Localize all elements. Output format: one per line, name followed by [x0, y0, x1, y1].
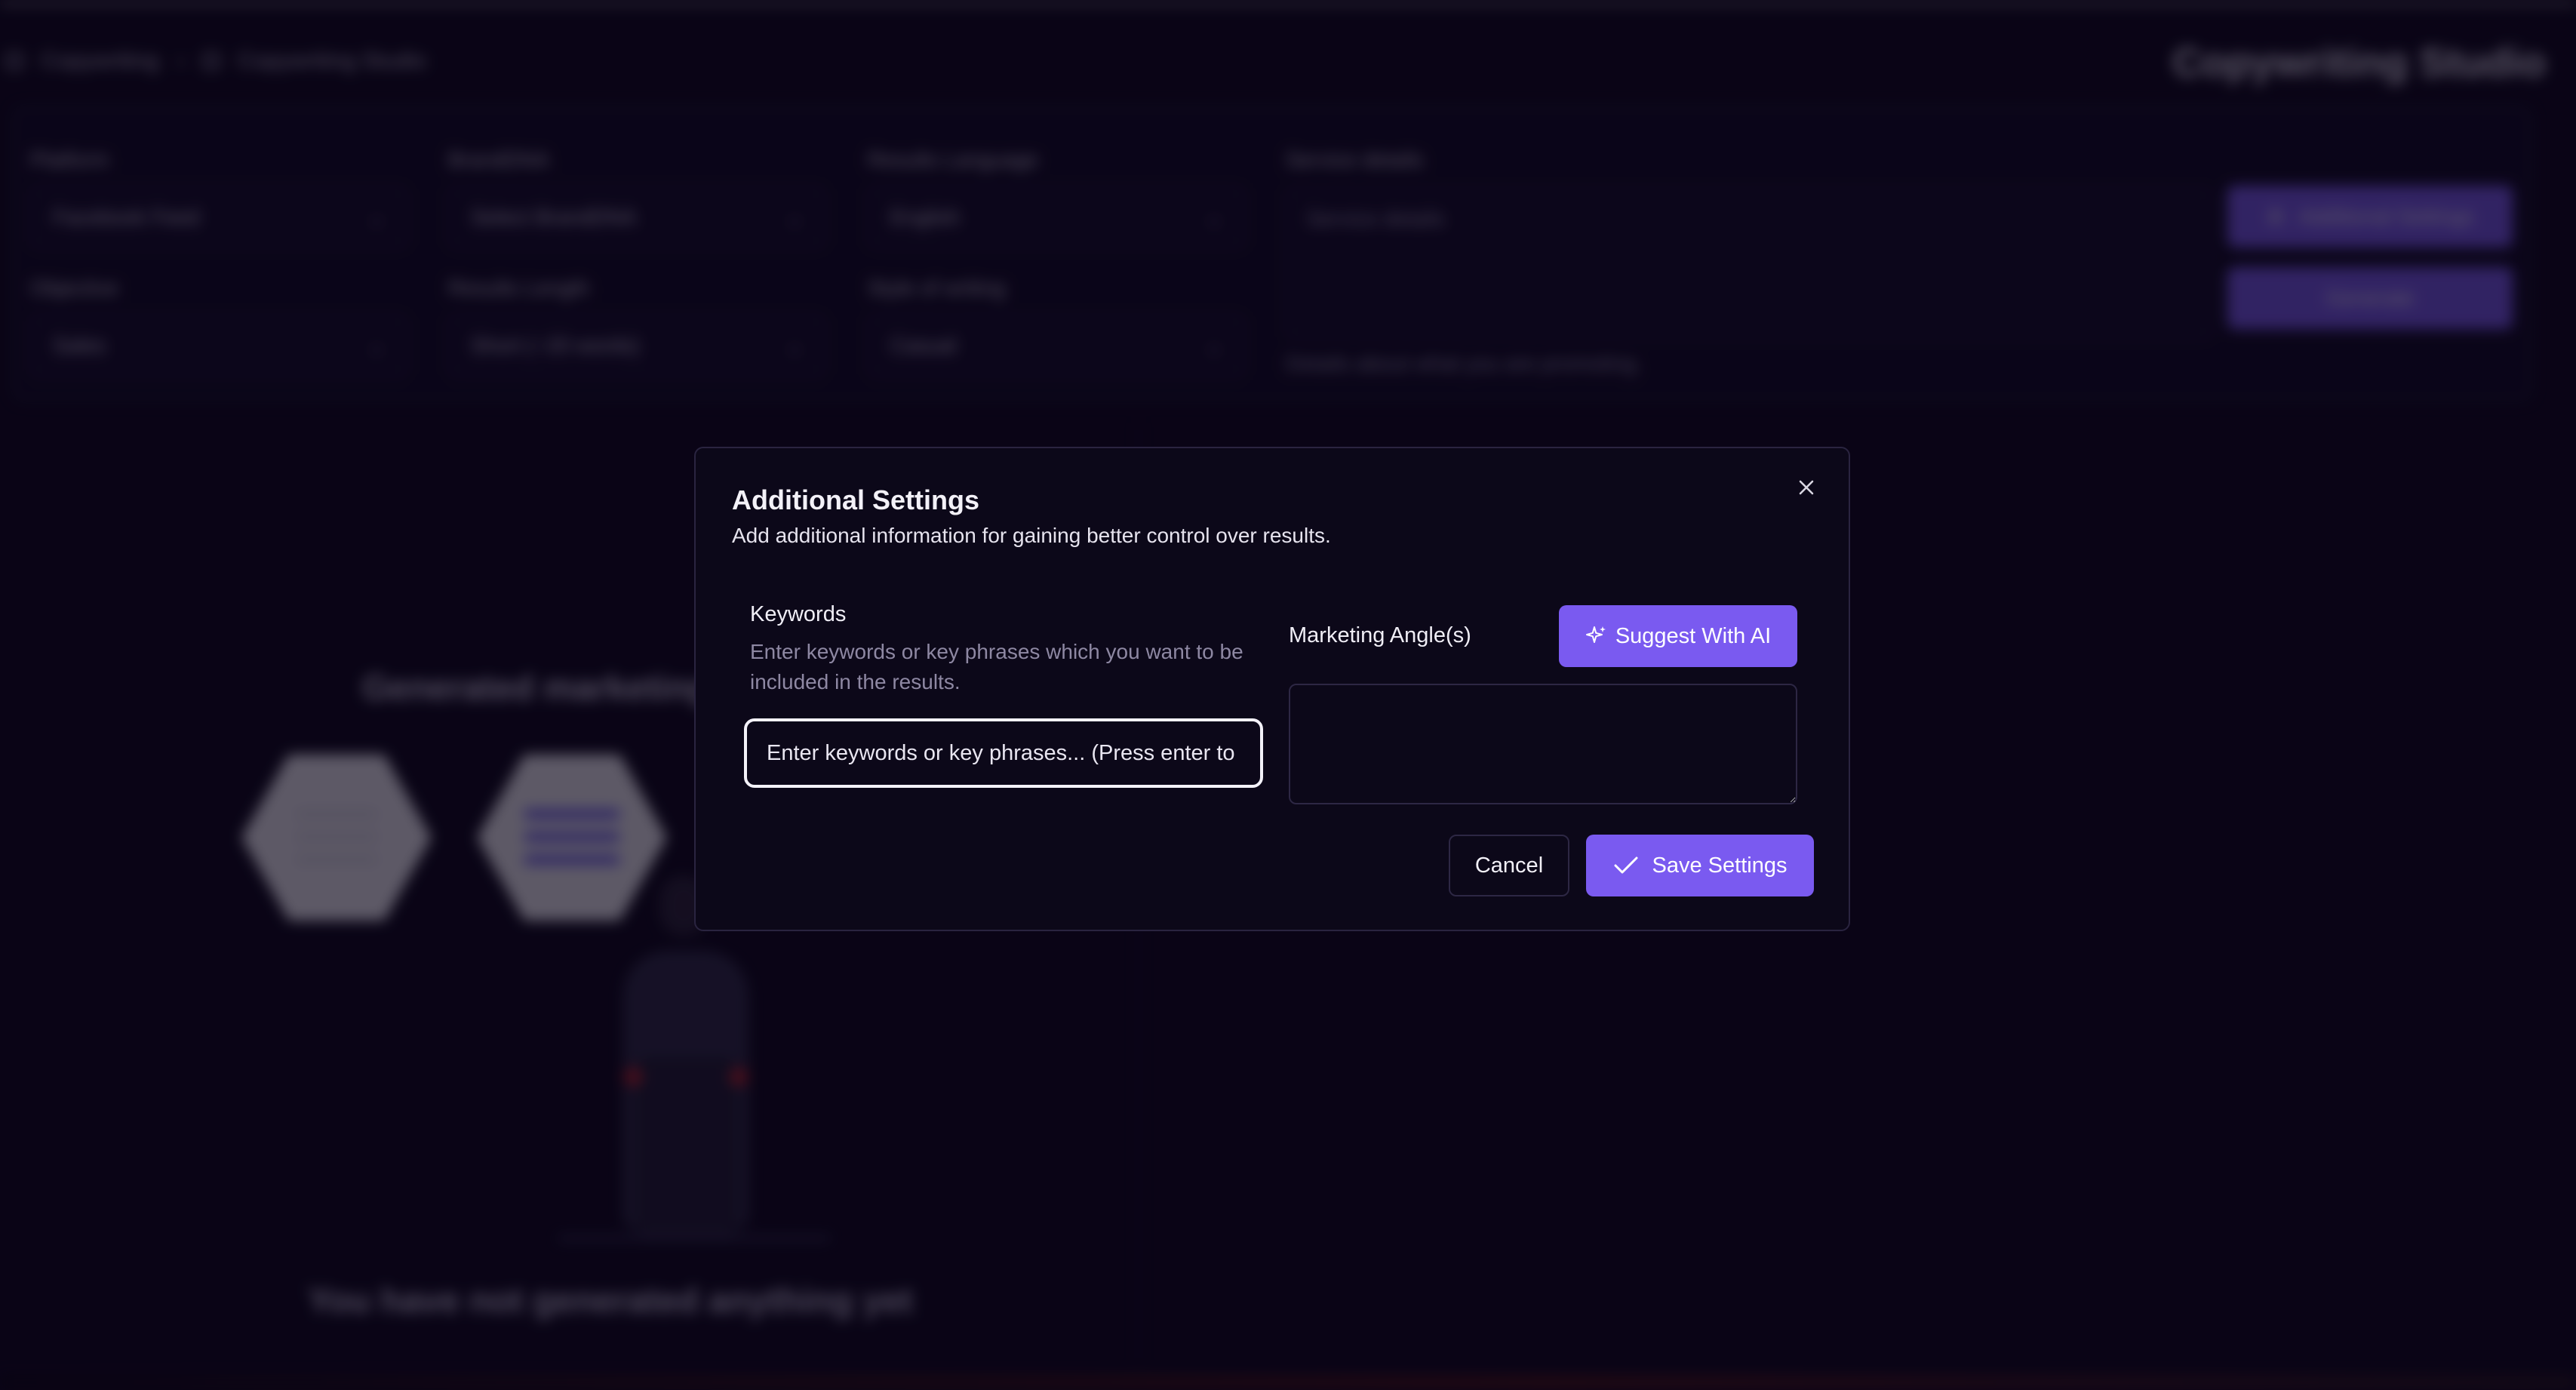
cancel-button[interactable]: Cancel	[1449, 835, 1569, 896]
keywords-input[interactable]	[744, 718, 1263, 788]
keywords-label: Keywords	[750, 602, 847, 626]
close-button[interactable]	[1788, 469, 1824, 506]
marketing-angles-textarea[interactable]	[1289, 684, 1797, 804]
marketing-angles-label: Marketing Angle(s)	[1289, 623, 1471, 647]
button-label: Save Settings	[1652, 853, 1788, 878]
dialog-description: Add additional information for gaining b…	[732, 524, 1331, 547]
close-icon	[1799, 480, 1814, 495]
sparkle-icon	[1585, 626, 1606, 643]
check-icon	[1614, 856, 1638, 874]
app-window: Copywriting › Copywriting Studio Copywri…	[0, 0, 2576, 1390]
dialog-title: Additional Settings	[732, 484, 979, 515]
additional-settings-dialog: Additional Settings Add additional infor…	[694, 447, 1850, 931]
suggest-with-ai-button[interactable]: Suggest With AI	[1559, 605, 1797, 667]
keywords-help-text: Enter keywords or key phrases which you …	[750, 640, 1243, 693]
button-label: Suggest With AI	[1615, 623, 1772, 648]
save-settings-button[interactable]: Save Settings	[1586, 835, 1814, 896]
